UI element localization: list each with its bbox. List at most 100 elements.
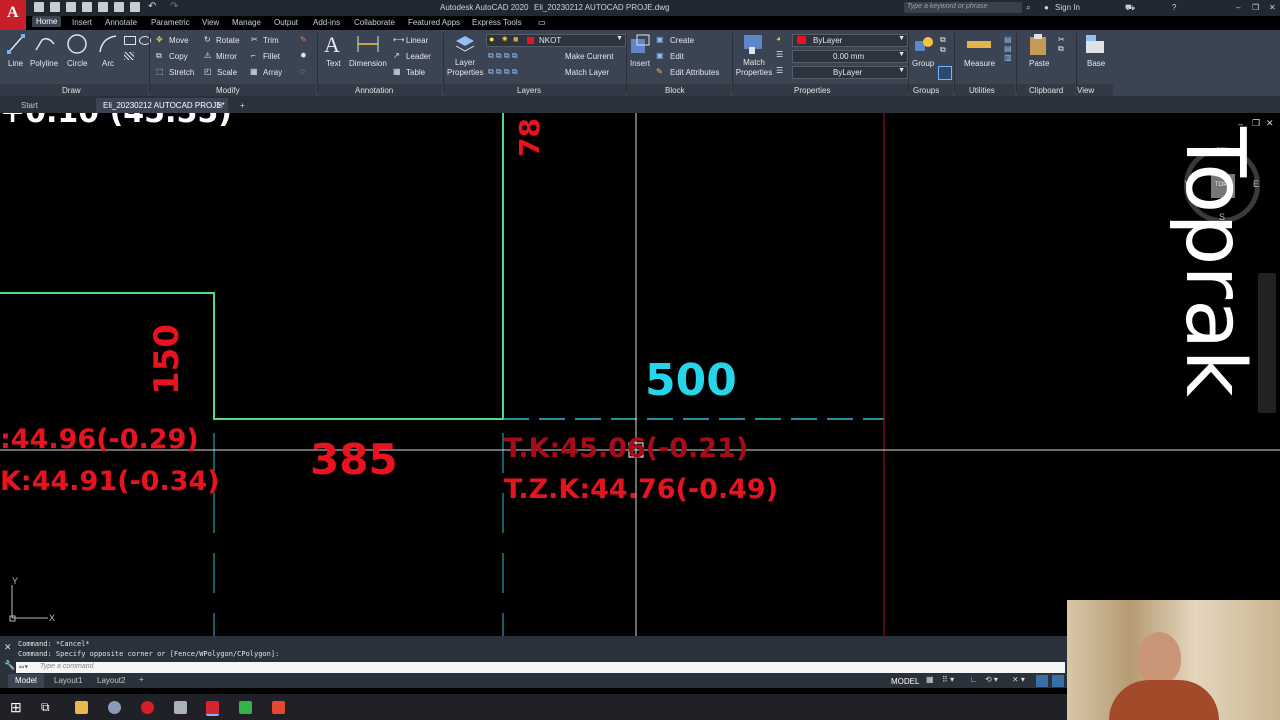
tab-model[interactable]: Model <box>8 674 44 688</box>
leader-icon[interactable]: ↗ <box>393 51 400 60</box>
camtasia-red-icon[interactable] <box>272 701 285 714</box>
snap-icon[interactable]: ⠿ ▾ <box>942 675 954 684</box>
windows-start-icon[interactable]: ⊞ <box>10 699 22 716</box>
opera-icon[interactable] <box>141 701 154 714</box>
workspace-icon[interactable] <box>1052 675 1064 687</box>
table-icon[interactable]: ▦ <box>393 67 401 76</box>
scale-button[interactable]: Scale <box>217 68 237 77</box>
minimize-icon[interactable]: – <box>1236 3 1240 12</box>
dimension-button[interactable]: Dimension <box>349 59 387 68</box>
utilities-panel-title[interactable]: Utilities <box>969 86 995 95</box>
layers-panel-title[interactable]: Layers <box>517 86 541 95</box>
layer-tools-icon[interactable]: ⧉ ⧉ ⧉ ⧉ <box>488 51 518 61</box>
layer-properties-button[interactable]: Layer Properties <box>447 58 483 78</box>
copy-icon[interactable]: ⧉ <box>156 51 162 61</box>
osnap-icon[interactable]: ⨯ ▾ <box>1012 675 1025 684</box>
draw-panel-title[interactable]: Draw <box>62 86 81 95</box>
array-button[interactable]: Array <box>263 68 282 77</box>
move-button[interactable]: Move <box>169 36 189 45</box>
line-button[interactable]: Line <box>8 59 23 68</box>
layer-properties-icon[interactable] <box>454 33 476 55</box>
ribbon-toggle-icon[interactable]: ▭ <box>538 18 546 27</box>
plot-icon[interactable] <box>130 2 140 12</box>
app-icon-2[interactable] <box>174 701 187 714</box>
app-icon-1[interactable] <box>108 701 121 714</box>
publish-icon[interactable] <box>98 2 108 12</box>
linear-button[interactable]: Linear <box>406 36 428 45</box>
polyline-icon[interactable] <box>34 34 56 54</box>
command-input-box[interactable]: ▭▾ Type a command <box>16 662 1065 673</box>
tab-insert[interactable]: Insert <box>72 18 92 27</box>
insert-button[interactable]: Insert <box>630 59 650 68</box>
move-icon[interactable]: ✥ <box>156 35 163 44</box>
saveas-icon[interactable] <box>82 2 92 12</box>
insert-icon[interactable] <box>629 33 651 55</box>
hatch-icon[interactable] <box>124 52 134 60</box>
viewport-close-icon[interactable]: ✕ <box>1266 118 1274 129</box>
save-icon[interactable] <box>66 2 76 12</box>
color-dropdown[interactable]: ByLayer ▼ <box>792 34 908 47</box>
group-icon[interactable] <box>913 33 935 55</box>
tab-collaborate[interactable]: Collaborate <box>354 18 395 27</box>
annotation-panel-title[interactable]: Annotation <box>355 86 393 95</box>
mirror-icon[interactable]: ⚠ <box>204 51 211 60</box>
leader-button[interactable]: Leader <box>406 52 431 61</box>
restore-icon[interactable]: ❐ <box>1252 3 1259 12</box>
tab-output[interactable]: Output <box>274 18 298 27</box>
circle-icon[interactable] <box>66 33 88 55</box>
file-explorer-icon[interactable] <box>75 701 88 714</box>
rotate-icon[interactable]: ↻ <box>204 35 211 44</box>
tab-parametric[interactable]: Parametric <box>151 18 190 27</box>
stretch-icon[interactable]: ⬚ <box>156 67 164 76</box>
new-icon[interactable] <box>34 2 44 12</box>
edit-button[interactable]: Edit <box>670 52 684 61</box>
annotation-scale-icon[interactable] <box>1036 675 1048 687</box>
add-layout-icon[interactable]: + <box>139 675 144 684</box>
dimension-icon[interactable] <box>356 34 380 54</box>
model-space-label[interactable]: MODEL <box>891 677 919 686</box>
block-panel-title[interactable]: Block <box>665 86 685 95</box>
line-icon[interactable] <box>7 34 25 54</box>
binoculars-icon[interactable]: ⌕ <box>1026 3 1030 13</box>
edit-attributes-button[interactable]: Edit Attributes <box>670 68 719 77</box>
erase-icon[interactable]: ✎ <box>300 35 307 44</box>
task-view-icon[interactable]: ⧉ <box>41 700 50 715</box>
drawing-canvas[interactable]: Y X +0.10 (45.55) 78 150 385 500 :44.96(… <box>0 113 1280 636</box>
match-layer-button[interactable]: Match Layer <box>565 68 609 77</box>
explode-icon[interactable]: ✹ <box>300 51 307 60</box>
polar-icon[interactable]: ⟲ ▾ <box>985 675 998 684</box>
close-tab-icon[interactable]: ✕ <box>217 101 224 110</box>
groups-panel-title[interactable]: Groups <box>913 86 939 95</box>
fillet-button[interactable]: Fillet <box>263 52 280 61</box>
camtasia-green-icon[interactable] <box>239 701 252 714</box>
layer-dropdown[interactable]: ● ✷ ■ NKOT ▼ <box>486 34 626 47</box>
tab-layout2[interactable]: Layout2 <box>97 676 125 685</box>
app-logo[interactable]: A <box>0 0 26 30</box>
clipboard-tools-icon[interactable]: ✂ ⧉ <box>1058 35 1065 54</box>
layer-tools-icon-2[interactable]: ⧉ ⧉ ⧉ ⧉ <box>488 67 518 77</box>
edit-icon[interactable]: ▣ <box>656 51 664 60</box>
tab-express-tools[interactable]: Express Tools <box>472 18 522 27</box>
start-tab[interactable]: Start <box>21 101 38 110</box>
command-close-icon[interactable]: ✕ <box>4 642 12 653</box>
lineweight-dropdown[interactable]: 0.00 mm ▼ <box>792 50 908 63</box>
tab-view[interactable]: View <box>202 18 219 27</box>
polyline-button[interactable]: Polyline <box>30 59 58 68</box>
create-icon[interactable]: ▣ <box>656 35 664 44</box>
linetype-dropdown[interactable]: ByLayer ▼ <box>792 66 908 79</box>
rectangle-icon[interactable] <box>124 36 136 45</box>
search-input[interactable]: Type a keyword or phrase <box>907 3 987 10</box>
make-current-button[interactable]: Make Current <box>565 52 613 61</box>
copy-button[interactable]: Copy <box>169 52 188 61</box>
tab-manage[interactable]: Manage <box>232 18 261 27</box>
trim-button[interactable]: Trim <box>263 36 279 45</box>
group-select-icon[interactable] <box>938 66 952 80</box>
utilities-tools-icon[interactable]: ▤ ▤ ▥ <box>1004 35 1012 62</box>
command-settings-icon[interactable]: 🔧 <box>4 660 15 671</box>
tab-annotate[interactable]: Annotate <box>105 18 137 27</box>
close-icon[interactable]: ✕ <box>1269 3 1276 12</box>
scale-icon[interactable]: ◰ <box>204 67 212 76</box>
paste-icon[interactable] <box>1028 33 1048 57</box>
undo-icon[interactable]: ↶ <box>148 1 156 12</box>
measure-icon[interactable] <box>966 36 992 52</box>
